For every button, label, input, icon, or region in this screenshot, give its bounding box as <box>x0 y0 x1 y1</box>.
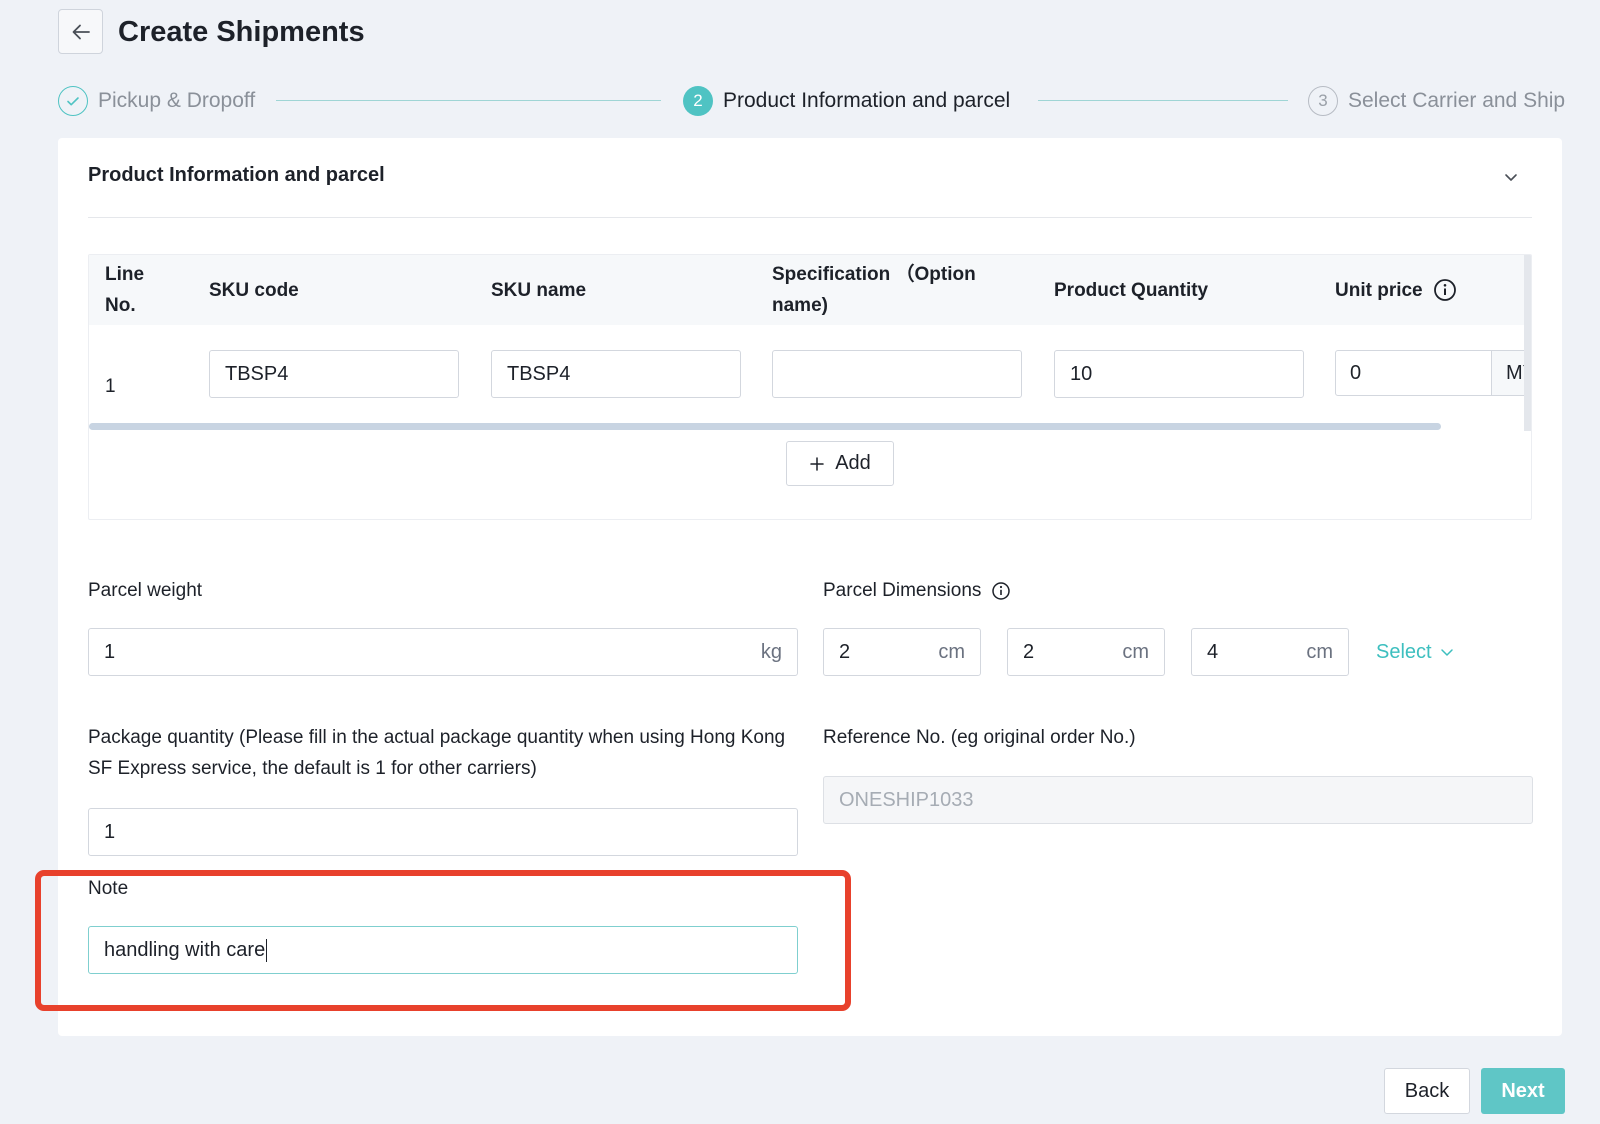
step-label: Pickup & Dropoff <box>98 89 256 112</box>
column-header-product-quantity: Product Quantity <box>1054 279 1209 301</box>
parcel-weight-input[interactable]: 1 kg <box>88 628 798 676</box>
text-caret <box>266 938 268 962</box>
parcel-dimensions-text: Parcel Dimensions <box>823 580 982 601</box>
reference-no-input[interactable]: ONESHIP1033 <box>823 776 1533 824</box>
check-icon <box>58 86 88 116</box>
horizontal-scrollbar[interactable] <box>89 423 1441 430</box>
parcel-length-input[interactable]: 2 cm <box>823 628 981 676</box>
step-number-badge: 2 <box>683 86 713 116</box>
step-select-carrier[interactable]: 3 Select Carrier and Ship <box>1308 84 1565 118</box>
unit-price-input[interactable]: 0 <box>1336 351 1492 395</box>
step-label: Product Information and parcel <box>723 89 1011 112</box>
note-label: Note <box>88 878 129 899</box>
sku-code-input[interactable]: TBSP4 <box>209 350 459 398</box>
page-title: Create Shipments <box>118 16 365 48</box>
section-divider <box>88 217 1532 218</box>
column-header-unit-price: Unit price <box>1335 255 1457 325</box>
step-connector <box>276 100 661 101</box>
back-button[interactable]: Back <box>1384 1068 1470 1114</box>
parcel-dimensions-label: Parcel Dimensions <box>823 575 1011 606</box>
parcel-weight-label: Parcel weight <box>88 580 203 601</box>
dimension-unit: cm <box>1306 640 1333 663</box>
step-connector <box>1038 100 1288 101</box>
step-product-information[interactable]: 2 Product Information and parcel <box>683 84 1010 118</box>
unit-price-label: Unit price <box>1335 279 1423 301</box>
note-input[interactable]: handling with care <box>88 926 798 974</box>
column-header-sku-code: SKU code <box>209 279 299 301</box>
parcel-weight-value: 1 <box>104 640 116 663</box>
arrow-left-icon <box>72 24 90 39</box>
unit-price-field[interactable]: 0 MY <box>1335 350 1531 396</box>
specification-input[interactable] <box>772 350 1022 398</box>
fixed-column-shadow <box>1524 255 1531 431</box>
product-quantity-input[interactable]: 10 <box>1054 350 1304 398</box>
weight-unit: kg <box>760 640 782 663</box>
info-icon[interactable] <box>1433 278 1457 302</box>
reference-no-label: Reference No. (eg original order No.) <box>823 727 1136 748</box>
package-quantity-input[interactable]: 1 <box>88 808 798 856</box>
dimension-unit: cm <box>938 640 965 663</box>
select-label: Select <box>1376 640 1432 663</box>
step-pickup-dropoff[interactable]: Pickup & Dropoff <box>58 84 255 118</box>
package-quantity-label: Package quantity (Please fill in the act… <box>88 727 786 779</box>
info-icon[interactable] <box>991 581 1011 601</box>
product-table: Line No. SKU code SKU name Specification… <box>88 254 1532 520</box>
next-button[interactable]: Next <box>1481 1068 1565 1114</box>
step-label: Select Carrier and Ship <box>1348 89 1566 112</box>
chevron-down-icon[interactable] <box>1502 168 1520 191</box>
plus-icon <box>810 456 824 471</box>
note-value: handling with care <box>104 938 266 961</box>
parcel-width-value: 2 <box>1023 640 1035 663</box>
progress-steps: Pickup & Dropoff 2 Product Information a… <box>58 84 1565 118</box>
product-info-card: Product Information and parcel Line No. … <box>58 138 1562 1036</box>
section-title: Product Information and parcel <box>88 164 385 186</box>
parcel-height-value: 4 <box>1207 640 1219 663</box>
step-number-badge: 3 <box>1308 86 1338 116</box>
add-line-button[interactable]: Add <box>786 441 894 486</box>
column-header-sku-name: SKU name <box>491 279 587 301</box>
chevron-down-icon <box>1440 649 1453 656</box>
add-line-label: Add <box>835 452 871 474</box>
parcel-length-value: 2 <box>839 640 851 663</box>
dimension-unit: cm <box>1122 640 1149 663</box>
column-header-specification: Specification （Option name) <box>772 264 976 316</box>
dimension-preset-select[interactable]: Select <box>1376 628 1454 676</box>
sku-name-input[interactable]: TBSP4 <box>491 350 741 398</box>
parcel-width-input[interactable]: 2 cm <box>1007 628 1165 676</box>
line-number: 1 <box>105 376 116 397</box>
table-header: Line No. SKU code SKU name Specification… <box>89 255 1531 325</box>
back-arrow-button[interactable] <box>58 9 103 54</box>
parcel-height-input[interactable]: 4 cm <box>1191 628 1349 676</box>
column-header-line-no: Line No. <box>105 264 145 316</box>
